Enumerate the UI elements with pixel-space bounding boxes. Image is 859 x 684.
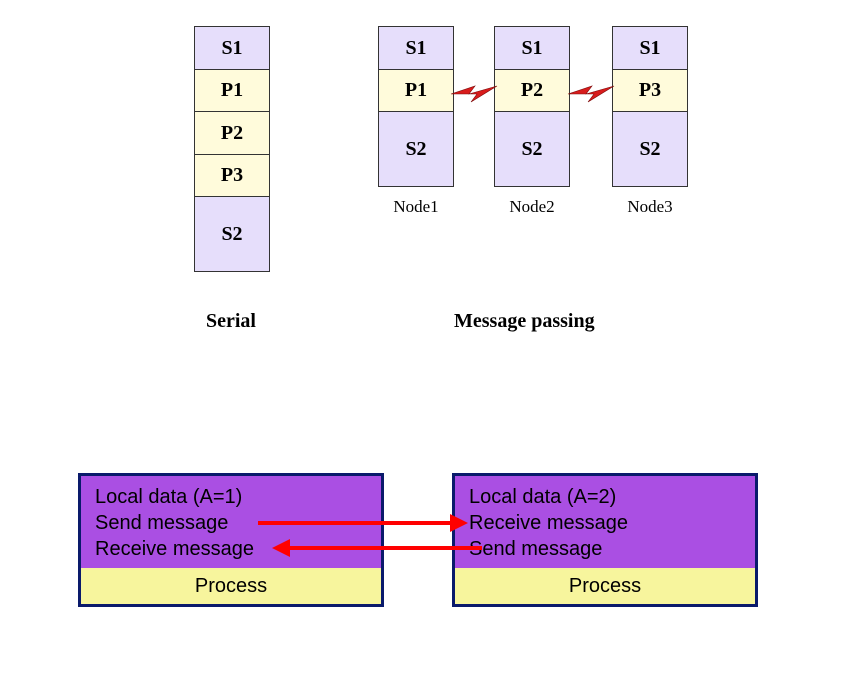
process-left-footer: Process <box>81 568 381 604</box>
serial-cell-p2: P2 <box>194 111 270 155</box>
mp-node3-label: Node3 <box>612 197 688 217</box>
arrow-send-right <box>258 521 450 525</box>
process-right-body: Local data (A=2) Receive message Send me… <box>455 476 755 568</box>
process-right: Local data (A=2) Receive message Send me… <box>452 473 758 607</box>
arrow-send-left <box>290 546 482 550</box>
mp-node1-s2: S2 <box>378 111 454 187</box>
serial-caption: Serial <box>206 310 256 333</box>
mp-node3-stack: S1 P3 S2 Node3 <box>612 26 688 217</box>
arrow-head-left-icon <box>272 539 290 557</box>
mp-node2-label: Node2 <box>494 197 570 217</box>
serial-cell-s1: S1 <box>194 26 270 70</box>
serial-cell-p1: P1 <box>194 69 270 113</box>
mp-node3-s1: S1 <box>612 26 688 70</box>
mp-node3-s2: S2 <box>612 111 688 187</box>
mp-node2-s1: S1 <box>494 26 570 70</box>
mp-node1-p: P1 <box>378 69 454 113</box>
bolt-icon <box>566 80 616 108</box>
serial-cell-p3: P3 <box>194 154 270 198</box>
mp-node2-stack: S1 P2 S2 Node2 <box>494 26 570 217</box>
process-right-line1: Local data (A=2) <box>469 484 749 510</box>
serial-cell-s2: S2 <box>194 196 270 272</box>
bolt-icon <box>449 80 499 108</box>
mp-node2-s2: S2 <box>494 111 570 187</box>
mp-node3-p: P3 <box>612 69 688 113</box>
process-right-footer: Process <box>455 568 755 604</box>
mp-node2-p: P2 <box>494 69 570 113</box>
process-right-line3: Send message <box>469 536 749 562</box>
mp-node1-s1: S1 <box>378 26 454 70</box>
mp-caption: Message passing <box>454 310 595 333</box>
arrow-head-right-icon <box>450 514 468 532</box>
process-left-line1: Local data (A=1) <box>95 484 375 510</box>
mp-node1-stack: S1 P1 S2 Node1 <box>378 26 454 217</box>
serial-stack: S1 P1 P2 P3 S2 <box>194 26 270 272</box>
process-left: Local data (A=1) Send message Receive me… <box>78 473 384 607</box>
process-right-line2: Receive message <box>469 510 749 536</box>
mp-node1-label: Node1 <box>378 197 454 217</box>
